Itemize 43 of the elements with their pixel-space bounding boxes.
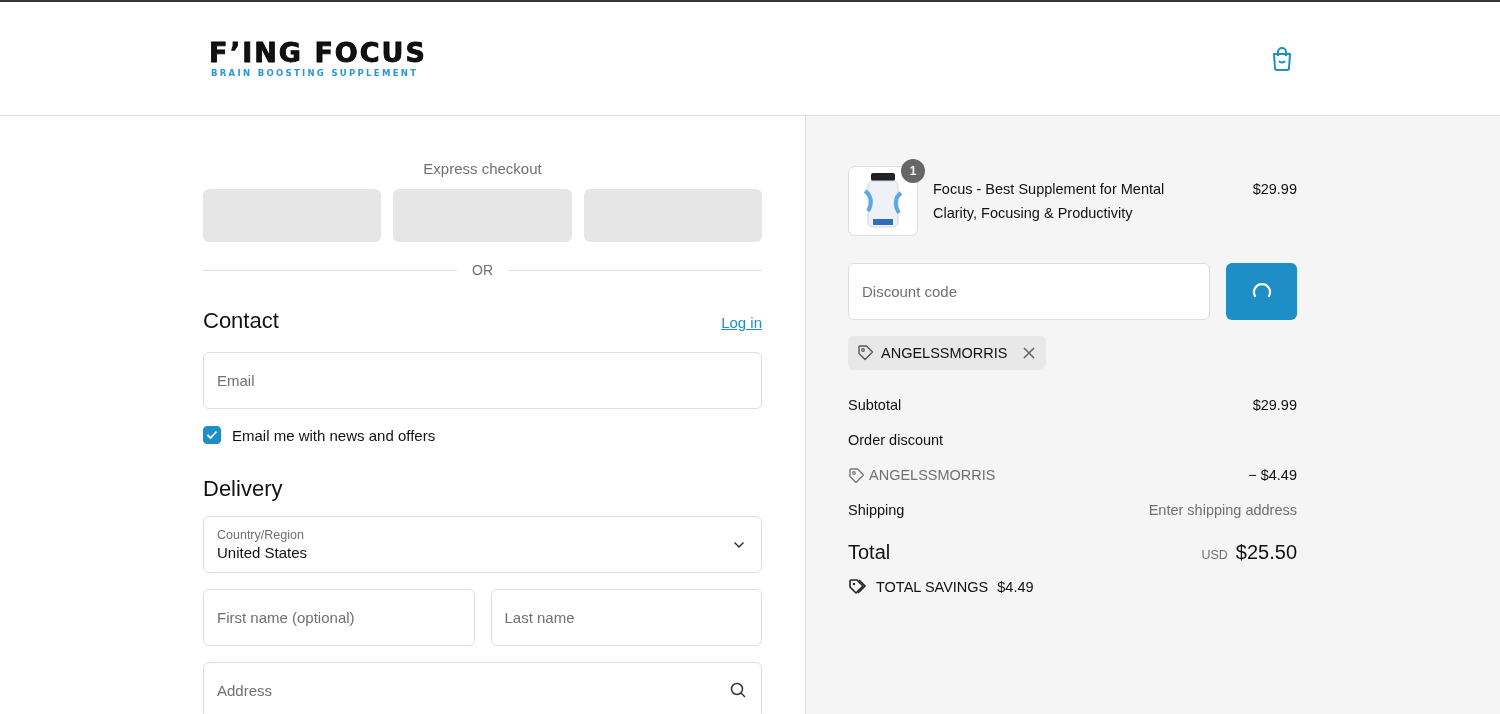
product-price: $29.99 [1252,181,1297,197]
login-link[interactable]: Log in [721,314,762,331]
tag-icon [848,466,864,483]
total-amount: $25.50 [1235,541,1297,563]
chevron-down-icon [733,540,745,549]
discount-code-field[interactable]: Discount code [848,263,1210,320]
product-title: Focus - Best Supplement for Mental Clarity, Focusing & Productivity [933,180,1166,223]
discount-code: ANGELSSMORRIS [881,345,1008,361]
close-icon[interactable] [1021,346,1036,360]
field-value: United States [217,542,308,563]
logo-tagline: BRAIN BOOSTING SUPPLEMENT [211,68,420,78]
text-field[interactable]: Last name [490,589,762,646]
savings-label: TOTAL SAVINGS [876,579,989,595]
summary-label: Order discount [848,431,944,448]
checkbox-label: Email me with news and offers [232,426,436,444]
tags-icon [848,578,868,596]
shopping-bag-icon[interactable] [1270,45,1294,72]
divider-label: OR [472,262,493,278]
summary-value: Enter shipping address [1148,501,1297,518]
summary-label: Shipping [848,501,905,518]
logo-title: F’ING FOCUS [209,38,427,68]
bottle-drawing [863,171,903,231]
search-icon [730,682,746,698]
checkbox[interactable] [203,426,221,444]
address-field[interactable]: Address [203,662,762,714]
section-heading: Delivery [203,476,283,502]
quantity-badge: 1 [901,159,925,183]
discount-code: ANGELSSMORRIS [869,466,996,483]
text-field[interactable]: First name (optional) [203,589,475,646]
country-select[interactable]: Country/Region United States [203,516,762,573]
email-field[interactable]: Email [203,352,762,409]
savings-amount: $4.49 [997,579,1034,595]
field-label: Country/Region [217,526,305,543]
summary-value: $29.99 [1252,396,1297,413]
section-label: Express checkout [422,160,543,178]
section-heading: Contact [203,308,279,334]
tag-icon [857,344,875,362]
summary-label: Subtotal [848,396,902,413]
total-label: Total [848,541,891,564]
summary-value: − $4.49 [1248,466,1297,483]
apply-button[interactable] [1226,263,1297,320]
currency-code: USD [1201,548,1228,562]
checkmark-icon [206,430,218,440]
